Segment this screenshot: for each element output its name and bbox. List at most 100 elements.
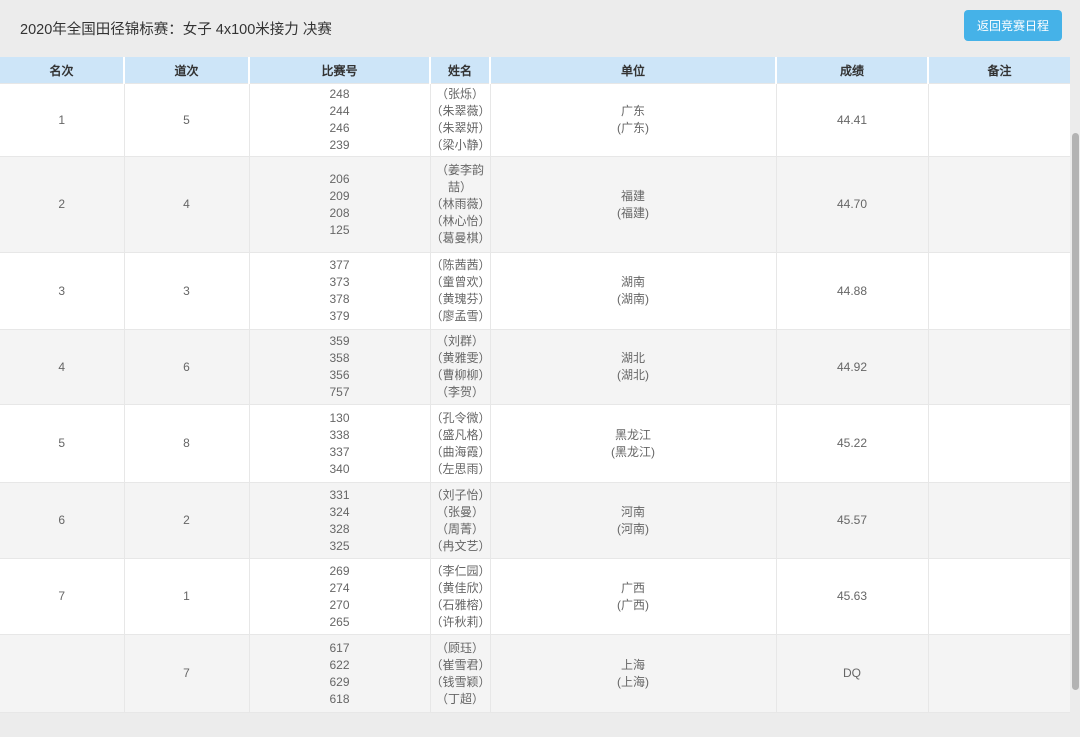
athlete-name: （廖孟雪） [430, 309, 491, 323]
unit-cell: 黑龙江 (黑龙江) [489, 404, 777, 483]
vertical-scrollbar[interactable] [1071, 57, 1080, 712]
bib-number: 757 [329, 385, 350, 399]
bib-number: 325 [329, 538, 350, 553]
unit-sub: (上海) [617, 674, 649, 689]
remark-cell [927, 404, 1070, 483]
athlete-name: （周菁） [435, 521, 484, 536]
athlete-name: （陈茜茜） [430, 258, 491, 272]
column-header-bib: 比赛号 [248, 57, 430, 84]
unit-sub: (湖南) [617, 292, 649, 306]
athlete-name: （朱翠妍） [430, 121, 491, 135]
bib-number: 209 [329, 188, 350, 203]
table-row: 7 617 622 629 618 （顾珏） （崔雪君） （钱雪颖） （丁超） 上海 (上海) DQ [0, 634, 1070, 713]
bib-number: 337 [329, 444, 350, 459]
table-row: 4 6 359 358 356 757 （刘群） （黄雅雯） （曹柳柳） （李贺） 湖北 (湖北) 44… [0, 329, 1070, 405]
bib-number: 208 [329, 205, 350, 220]
bib-number: 328 [329, 521, 350, 536]
athlete-name: （顾珏） [435, 640, 484, 655]
athlete-name: （石雅榕） [430, 597, 491, 612]
column-header-lane: 道次 [123, 57, 249, 84]
athlete-name: （葛曼棋） [430, 231, 491, 245]
bib-cell: 359 358 356 757 [248, 329, 431, 405]
athlete-name: （黄佳欣） [430, 580, 491, 595]
bib-number: 373 [329, 275, 350, 289]
remark-cell [927, 83, 1070, 157]
lane-cell: 1 [123, 558, 250, 635]
athlete-name: （丁超） [435, 691, 484, 706]
athlete-name: （林心怡） [430, 214, 491, 228]
result-cell: 44.70 [775, 156, 929, 253]
result-cell: 44.41 [775, 83, 929, 157]
bib-cell: 617 622 629 618 [248, 634, 431, 713]
column-header-name: 姓名 [429, 57, 490, 84]
athlete-name: （曲海霞） [430, 444, 491, 459]
athlete-name: （李仁园） [430, 563, 491, 578]
names-cell: （顾珏） （崔雪君） （钱雪颖） （丁超） [429, 634, 491, 713]
lane-cell: 5 [123, 83, 250, 157]
result-cell: 45.63 [775, 558, 929, 635]
column-header-result: 成绩 [775, 57, 928, 84]
athlete-name: （梁小静） [430, 138, 491, 152]
athlete-name: （左思雨） [430, 461, 491, 476]
column-header-rank: 名次 [0, 57, 124, 84]
column-header-unit: 单位 [489, 57, 776, 84]
names-cell: （姜李韵喆） （林雨薇） （林心怡） （葛曼棋） [429, 156, 491, 253]
remark-cell [927, 252, 1070, 330]
names-cell: （张烁） （朱翠薇） （朱翠妍） （梁小静） [429, 83, 491, 157]
unit-name: 福建 [620, 188, 645, 203]
remark-cell [927, 482, 1070, 559]
unit-sub: (黑龙江) [611, 444, 655, 459]
unit-sub: (河南) [617, 521, 649, 536]
athlete-name: （张烁） [435, 87, 484, 101]
bib-number: 617 [329, 640, 350, 655]
athlete-name: （黄雅雯） [430, 351, 491, 365]
unit-name: 上海 [620, 657, 645, 672]
bib-cell: 130 338 337 340 [248, 404, 431, 483]
athlete-name: （黄瑰芬） [430, 292, 491, 306]
unit-name: 广西 [620, 580, 645, 595]
bib-number: 379 [329, 309, 350, 323]
unit-name: 黑龙江 [614, 427, 651, 442]
bib-number: 269 [329, 563, 350, 578]
athlete-name: （刘子怡） [430, 487, 491, 502]
names-cell: （刘群） （黄雅雯） （曹柳柳） （李贺） [429, 329, 491, 405]
back-to-schedule-button[interactable]: 返回竞赛日程 [963, 10, 1062, 41]
athlete-name: （张曼） [435, 504, 484, 519]
names-cell: （陈茜茜） （童曾欢） （黄瑰芬） （廖孟雪） [429, 252, 491, 330]
bib-number: 331 [329, 487, 350, 502]
unit-cell: 湖北 (湖北) [489, 329, 777, 405]
column-header-remark: 备注 [927, 57, 1070, 84]
bib-number: 265 [329, 614, 350, 629]
athlete-name: （钱雪颖） [430, 674, 491, 689]
unit-sub: (福建) [617, 205, 649, 220]
remark-cell [927, 634, 1070, 713]
unit-name: 湖南 [620, 275, 645, 289]
result-cell: 45.22 [775, 404, 929, 483]
athlete-name: （盛凡格） [430, 427, 491, 442]
rank-cell: 6 [0, 482, 125, 559]
bib-number: 359 [329, 334, 350, 348]
bib-number: 629 [329, 674, 350, 689]
scrollbar-thumb[interactable] [1072, 133, 1079, 690]
names-cell: （刘子怡） （张曼） （周菁） （冉文艺） [429, 482, 491, 559]
rank-cell: 1 [0, 83, 125, 157]
unit-name: 湖北 [620, 351, 645, 365]
bib-number: 338 [329, 427, 350, 442]
bib-number: 246 [329, 121, 350, 135]
bib-number: 248 [329, 87, 350, 101]
table-row: 3 3 377 373 378 379 （陈茜茜） （童曾欢） （黄瑰芬） （廖孟雪） 湖南 (湖南)… [0, 252, 1070, 330]
page-title: 2020年全国田径锦标赛：女子 4x100米接力 决赛 [20, 22, 332, 38]
athlete-name: （姜李韵喆） [435, 163, 484, 194]
bib-number: 356 [329, 368, 350, 382]
rank-cell: 2 [0, 156, 125, 253]
bib-cell: 248 244 246 239 [248, 83, 431, 157]
result-cell: 45.57 [775, 482, 929, 559]
table-header: 名次 道次 比赛号 姓名 单位 成绩 备注 [0, 57, 1070, 84]
lane-cell: 6 [123, 329, 250, 405]
result-cell: 44.92 [775, 329, 929, 405]
athlete-name: （冉文艺） [430, 538, 491, 553]
table-row: 7 1 269 274 270 265 （李仁园） （黄佳欣） （石雅榕） （许秋莉） 广西 (广西)… [0, 558, 1070, 635]
table-row: 6 2 331 324 328 325 （刘子怡） （张曼） （周菁） （冉文艺） 河南 (河南) 45… [0, 482, 1070, 559]
unit-cell: 广东 (广东) [489, 83, 777, 157]
rank-cell: 3 [0, 252, 125, 330]
